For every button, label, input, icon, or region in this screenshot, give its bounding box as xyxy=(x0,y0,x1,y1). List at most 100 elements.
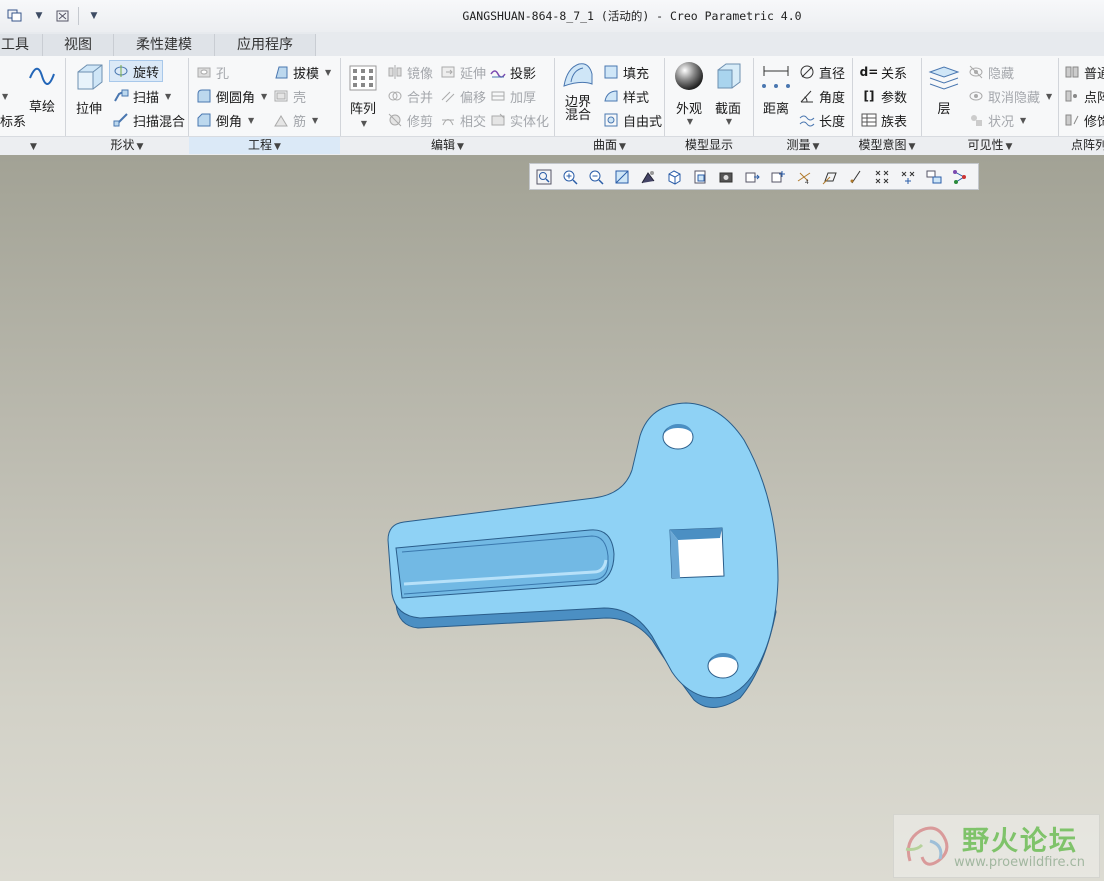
pattern-icon xyxy=(346,64,380,96)
group-surfaces[interactable]: 曲面 ▼ xyxy=(555,137,664,154)
solidify-button[interactable]: 实体化 xyxy=(490,110,549,130)
chevron-down-icon: ▼ xyxy=(812,142,820,152)
sketch-label: 草绘 xyxy=(28,100,55,115)
style-button[interactable]: 样式 xyxy=(603,86,649,106)
group-point-pattern[interactable]: 点阵列 xyxy=(1059,137,1104,154)
view-manager-icon[interactable] xyxy=(690,167,710,187)
family-table-button[interactable]: 族表 xyxy=(861,110,907,130)
relations-label: 关系 xyxy=(881,66,908,82)
rib-icon xyxy=(273,112,289,128)
spin-center-icon[interactable] xyxy=(898,167,918,187)
mirror-button[interactable]: 镜像 xyxy=(387,62,433,82)
appearance-button[interactable]: 外观 ▼ xyxy=(671,60,707,126)
intersect-button[interactable]: 相交 xyxy=(440,110,486,130)
refit-icon[interactable] xyxy=(534,167,554,187)
thicken-button[interactable]: 加厚 xyxy=(490,86,536,106)
group-engineering[interactable]: 工程 ▼ xyxy=(189,137,340,154)
tab-flexible-modeling[interactable]: 柔性建模 xyxy=(114,34,215,56)
merge-button[interactable]: 合并 xyxy=(387,86,433,106)
project-label: 投影 xyxy=(510,66,537,82)
parameters-button[interactable]: [] 参数 xyxy=(861,86,908,106)
round-button[interactable]: 倒圆角 ▼ xyxy=(196,86,267,106)
saved-orientations-icon[interactable] xyxy=(664,167,684,187)
intersect-label: 相交 xyxy=(460,114,487,130)
display-style-icon[interactable] xyxy=(638,167,658,187)
zoom-out-icon[interactable] xyxy=(586,167,606,187)
group-shape[interactable]: 形状 ▼ xyxy=(66,137,188,154)
watermark-title: 野火论坛 xyxy=(962,826,1078,857)
diameter-button[interactable]: 直径 xyxy=(799,62,845,82)
offset-label: 偏移 xyxy=(460,90,487,106)
appearance-manager-icon[interactable] xyxy=(924,167,944,187)
modify-button[interactable]: 修饰 xyxy=(1064,110,1104,130)
csys-display-icon[interactable] xyxy=(872,167,892,187)
point-button[interactable]: 点阵 xyxy=(1064,86,1104,106)
extrude-button[interactable]: 拉伸 xyxy=(72,60,106,117)
boundary-blend-icon xyxy=(558,60,598,94)
group-model-display-label: 模型显示 xyxy=(684,138,733,152)
status-button[interactable]: 状况 ▼ xyxy=(968,110,1026,130)
modify-label: 修饰 xyxy=(1084,114,1104,130)
coordinate-system-partial[interactable]: ▼ xyxy=(0,86,8,106)
layer-button[interactable]: 层 xyxy=(926,64,962,117)
rib-button[interactable]: 筋 ▼ xyxy=(273,110,318,130)
group-edit[interactable]: 编辑 ▼ xyxy=(341,137,554,154)
swept-blend-button[interactable]: 扫描混合 xyxy=(113,110,185,130)
round-icon xyxy=(196,88,212,104)
appearance-sphere-icon xyxy=(671,60,707,96)
sweep-button[interactable]: 扫描 ▼ xyxy=(113,86,171,106)
normal-button[interactable]: 普通 xyxy=(1064,62,1104,82)
annotation-display-icon[interactable] xyxy=(742,167,762,187)
fill-button[interactable]: 填充 xyxy=(603,62,649,82)
extend-icon xyxy=(440,64,456,80)
relations-button[interactable]: d= 关系 xyxy=(860,62,908,82)
point-display-icon[interactable] xyxy=(846,167,866,187)
datum-display-icon[interactable] xyxy=(768,167,788,187)
chevron-down-icon: ▼ xyxy=(686,117,694,126)
project-button[interactable]: 投影 xyxy=(490,62,536,82)
plane-display-icon[interactable]: 4 xyxy=(794,167,814,187)
style-label: 样式 xyxy=(623,90,650,106)
fill-label: 填充 xyxy=(623,66,650,82)
freestyle-button[interactable]: 自由式 xyxy=(603,110,662,130)
tab-applications[interactable]: 应用程序 xyxy=(215,34,316,56)
offset-button[interactable]: 偏移 xyxy=(440,86,486,106)
model-part[interactable] xyxy=(380,395,780,725)
distance-button[interactable]: 距离 xyxy=(758,62,794,117)
length-button[interactable]: 长度 xyxy=(799,110,845,130)
draft-icon xyxy=(273,64,289,80)
trim-button[interactable]: 修剪 xyxy=(387,110,433,130)
repaint-icon[interactable] xyxy=(612,167,632,187)
perspective-icon[interactable] xyxy=(716,167,736,187)
hide-button[interactable]: 隐藏 xyxy=(968,62,1014,82)
section-button[interactable]: 截面 ▼ xyxy=(710,60,746,126)
sketch-button[interactable]: 草绘 xyxy=(26,62,58,115)
group-measure[interactable]: 测量 ▼ xyxy=(754,137,852,154)
group-model-intent[interactable]: 模型意图 ▼ xyxy=(853,137,921,154)
status-label: 状况 xyxy=(988,114,1015,130)
group-point-pattern-label: 点阵列 xyxy=(1071,138,1104,152)
hole-button[interactable]: 孔 xyxy=(196,62,229,82)
tab-view[interactable]: 视图 xyxy=(43,34,114,56)
revolve-button[interactable]: 旋转 xyxy=(109,60,164,82)
draft-button[interactable]: 拔模 ▼ xyxy=(273,62,331,82)
group-shape-label: 形状 xyxy=(110,138,135,152)
sweep-label: 扫描 xyxy=(133,90,160,106)
coordinate-system-button[interactable]: 标系 xyxy=(0,110,26,130)
group-visibility[interactable]: 可见性 ▼ xyxy=(922,137,1058,154)
axis-display-icon[interactable] xyxy=(820,167,840,187)
hide-eye-icon xyxy=(968,64,984,80)
unhide-button[interactable]: 取消隐藏 ▼ xyxy=(968,86,1052,106)
group-model-display[interactable]: 模型显示 xyxy=(665,137,753,154)
pattern-button[interactable]: 阵列 ▼ xyxy=(346,64,380,128)
zoom-in-icon[interactable] xyxy=(560,167,580,187)
freestyle-icon xyxy=(603,112,619,128)
network-icon[interactable] xyxy=(950,167,970,187)
tab-tools[interactable]: 工具 xyxy=(0,34,43,56)
angle-button[interactable]: 角度 xyxy=(799,86,845,106)
extend-button[interactable]: 延伸 xyxy=(440,62,486,82)
group-left[interactable]: ▼ xyxy=(0,137,65,154)
shell-button[interactable]: 壳 xyxy=(273,86,306,106)
chamfer-button[interactable]: 倒角 ▼ xyxy=(196,110,254,130)
boundary-blend-button[interactable]: 边界 混合 xyxy=(558,60,598,122)
